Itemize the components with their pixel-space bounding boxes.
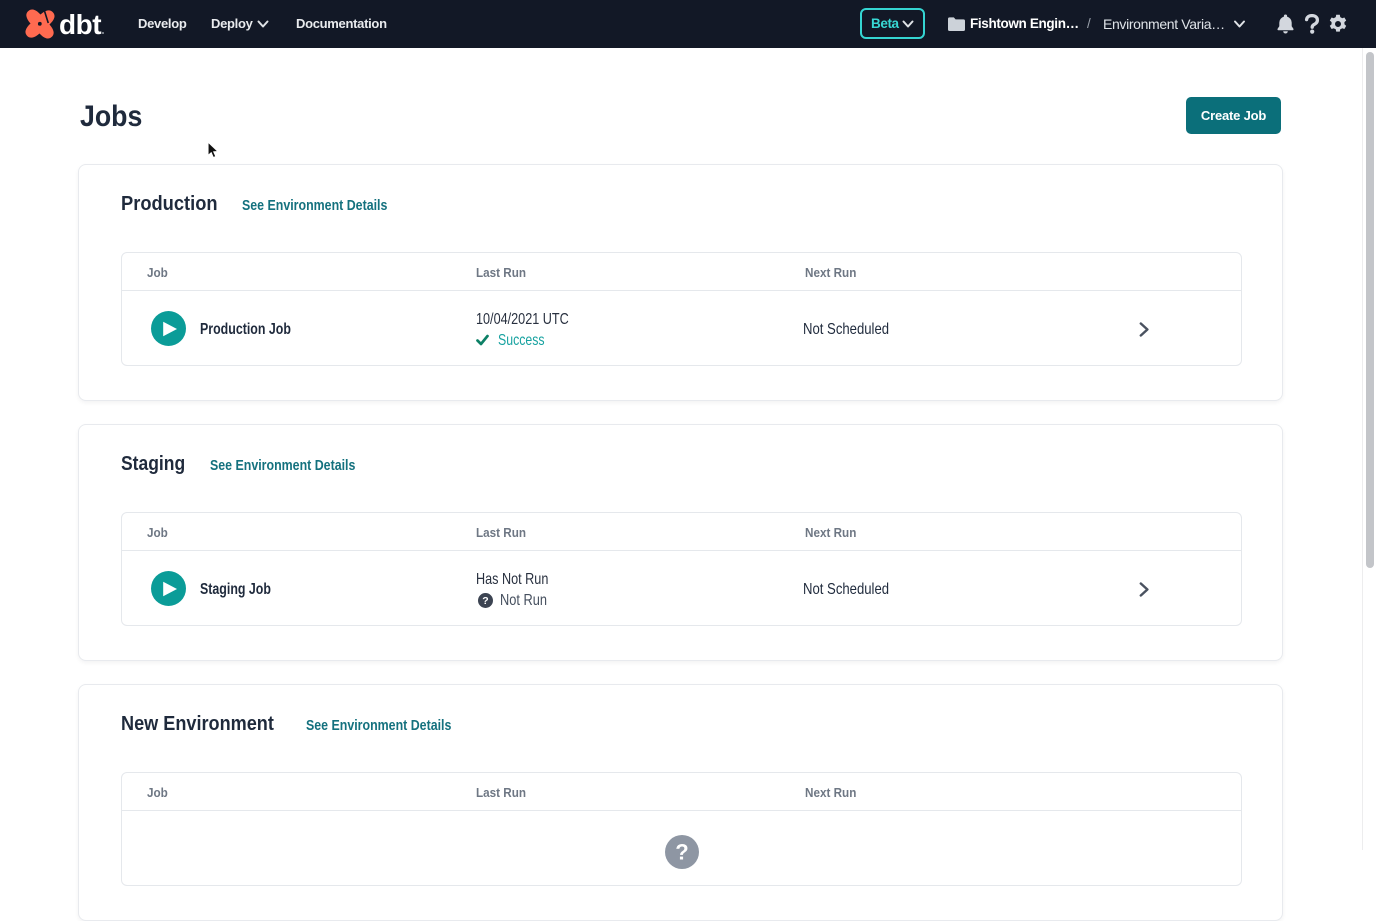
svg-text:?: ?	[675, 840, 688, 865]
svg-text:?: ?	[482, 595, 488, 607]
